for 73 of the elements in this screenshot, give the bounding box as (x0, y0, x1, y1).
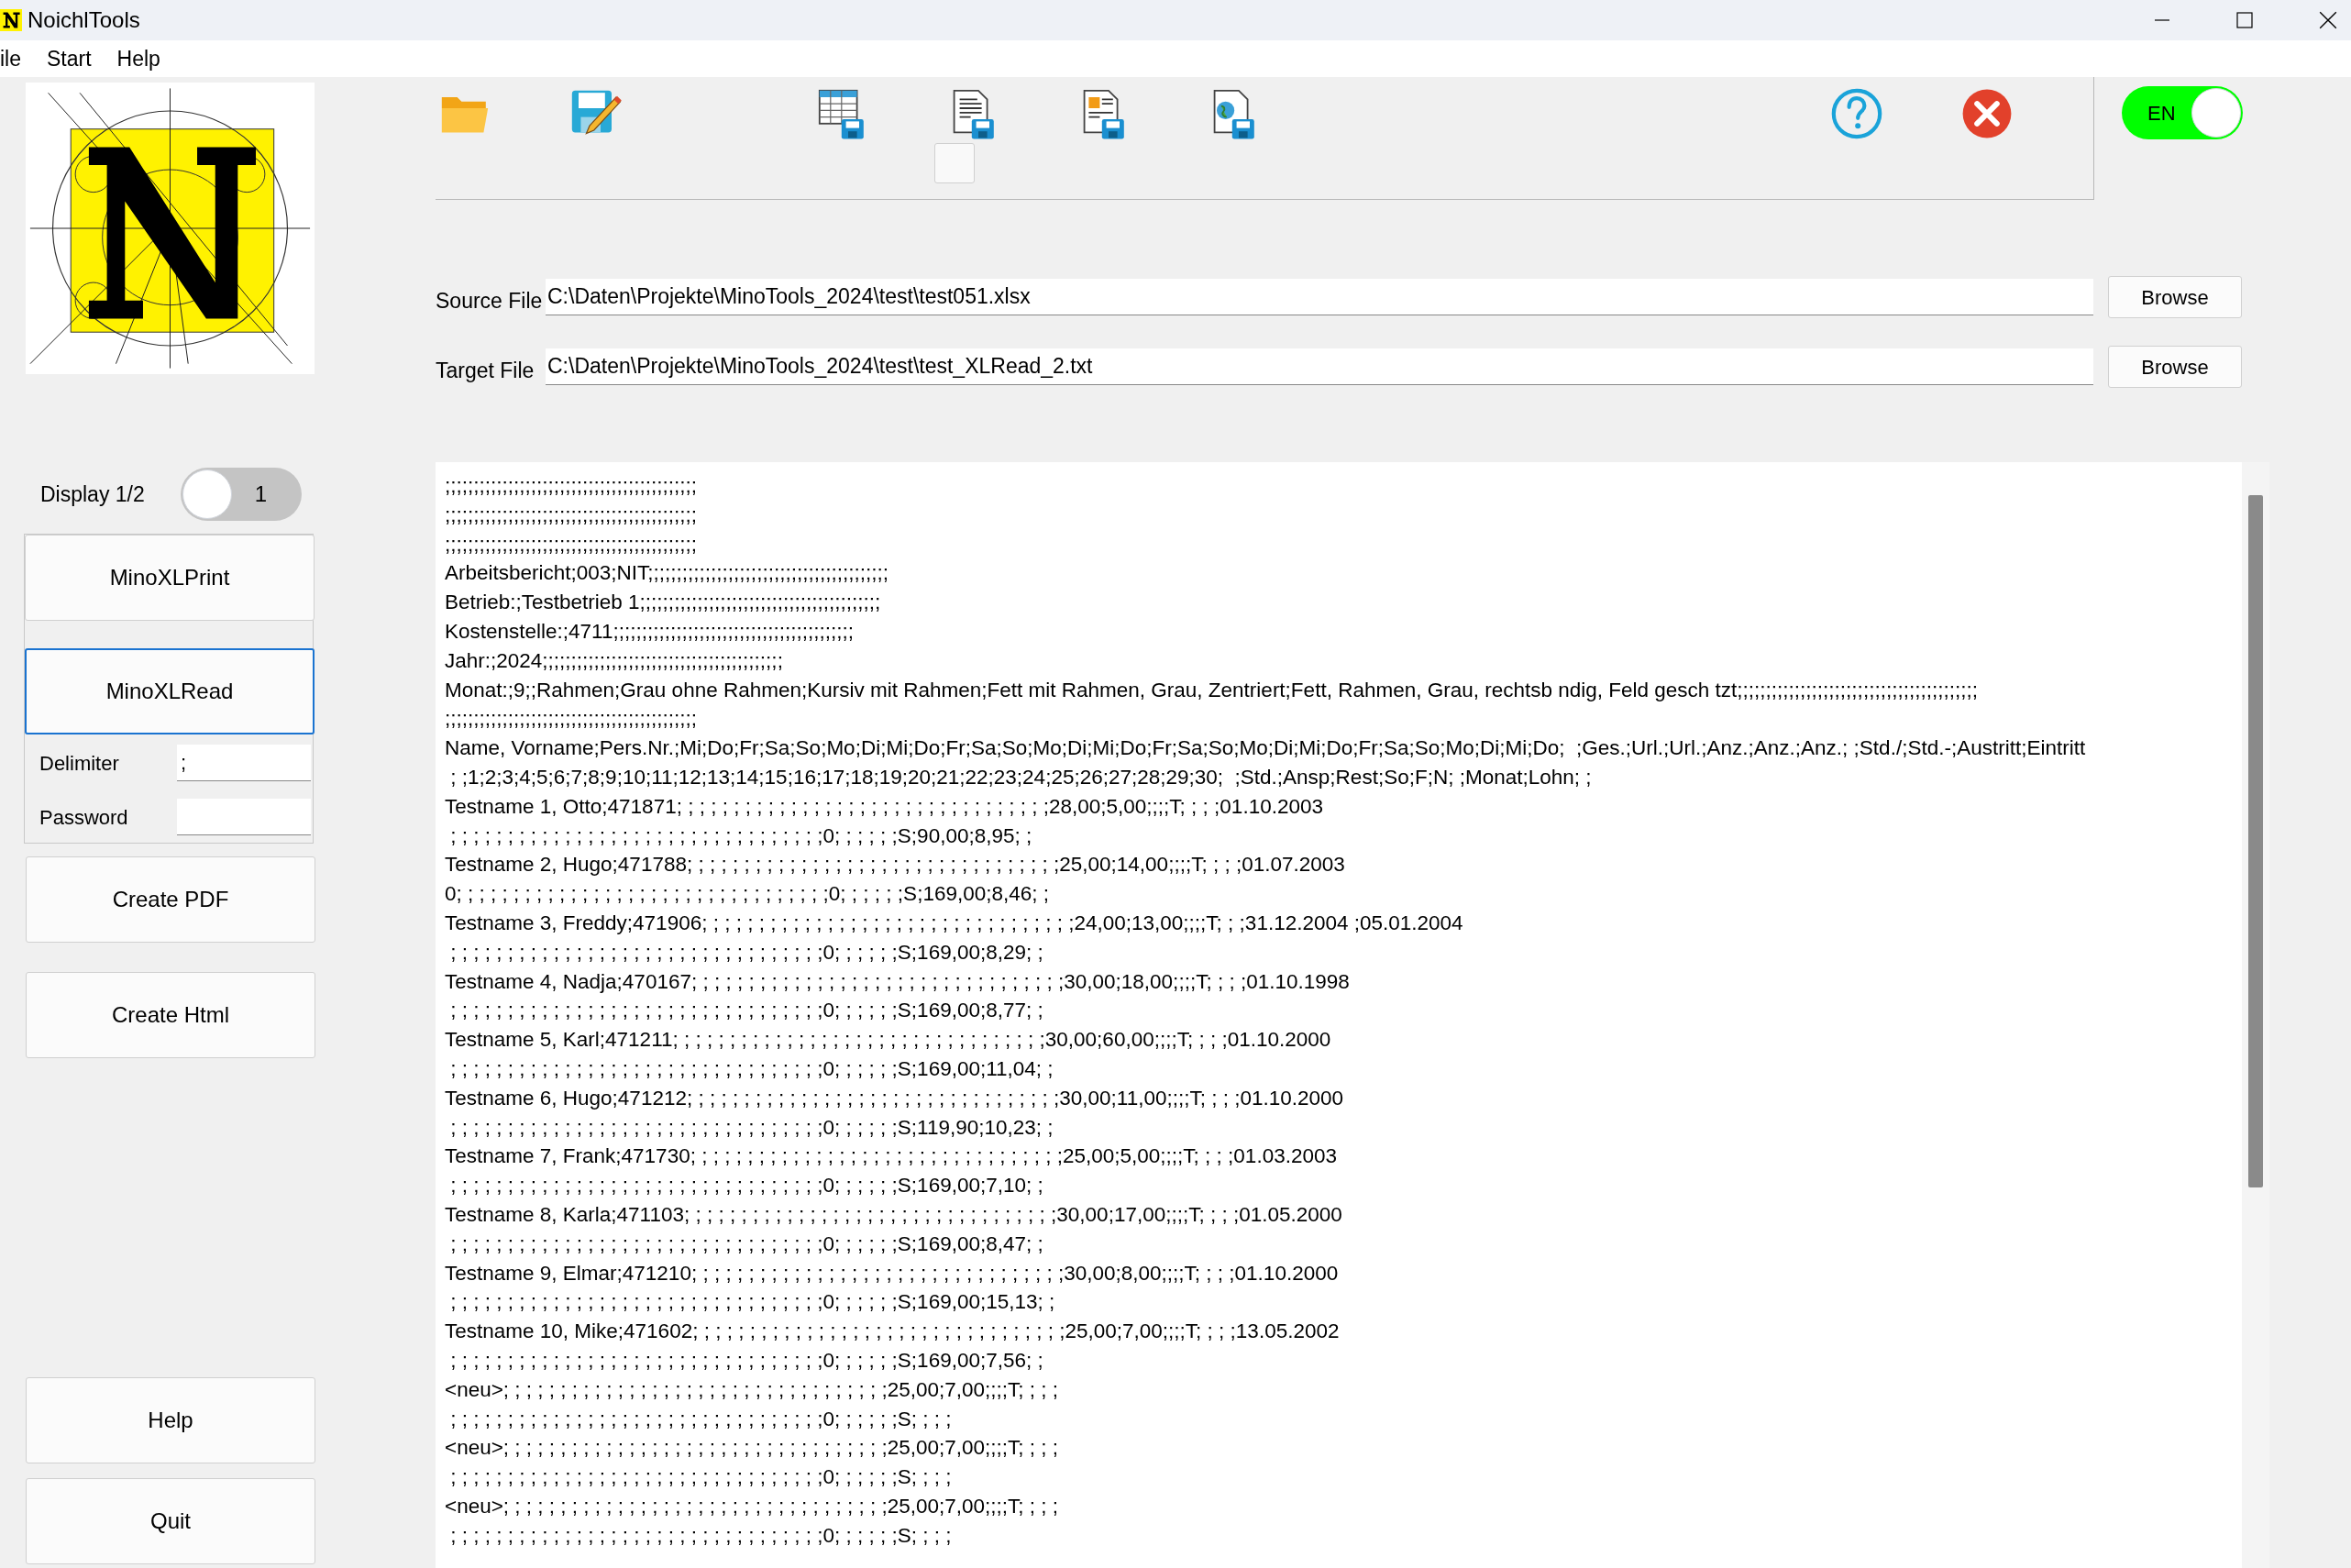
scrollbar-thumb[interactable] (2248, 495, 2263, 1187)
text-line: Testname 4, Nadja;470167; ; ; ; ; ; ; ; ; ; ; ; ; ; ; ; ; ; ; ; ; ; ; ; ; ; ; ; ; ; ; ; ;30,00;18,00;;;;T; ; ; ;01.10.1998 (445, 968, 1350, 995)
sidebar-button[interactable]: Quit (26, 1478, 315, 1564)
sidebar-button[interactable]: MinoXLRead (25, 648, 315, 734)
text-line: Betrieb:;Testbetrieb 1;;;;;;;;;;;;;;;;;;;;;;;;;;;;;;;;;;;;;;;;;; (445, 590, 881, 616)
text-line: ; ; ; ; ; ; ; ; ; ; ; ; ; ; ; ; ; ; ; ; ; ; ; ; ; ; ; ; ; ; ; ; ;0; ; ; ; ; ;S;169,00;8,29; ; (449, 939, 1043, 966)
text-line: ; ; ; ; ; ; ; ; ; ; ; ; ; ; ; ; ; ; ; ; ; ; ; ; ; ; ; ; ; ; ; ; ;0; ; ; ; ; ;S; ; ; ; (449, 1522, 952, 1549)
field-label: Source File (436, 287, 544, 315)
text-line: Testname 8, Karla;471103; ; ; ; ; ; ; ; ; ; ; ; ; ; ; ; ; ; ; ; ; ; ; ; ; ; ; ; ; ; ; ; ;30,00;17,00;;;;T; ; ; ;01.05.2000 (445, 1201, 1342, 1228)
text-line: ;;;;;;;;;;;;;;;;;;;;;;;;;;;;;;;;;;;;;;;;;;;; (445, 473, 698, 499)
browse-button[interactable]: Browse (2108, 276, 2242, 318)
text-line: ; ; ; ; ; ; ; ; ; ; ; ; ; ; ; ; ; ; ; ; ; ; ; ; ; ; ; ; ; ; ; ; ;0; ; ; ; ; ;S;169,00;7,56; ; (449, 1347, 1043, 1374)
sidebar-button[interactable]: Help (26, 1377, 315, 1463)
text-line: 0; ; ; ; ; ; ; ; ; ; ; ; ; ; ; ; ; ; ; ; ; ; ; ; ; ; ; ; ; ; ; ; ;0; ; ; ; ; ;S;169,00;8,46; ; (445, 881, 1049, 908)
field-label: Password (39, 804, 129, 831)
help-icon[interactable] (1829, 86, 1884, 141)
sidebar-button[interactable]: Create PDF (26, 856, 315, 943)
text-line: Testname 1, Otto;471871; ; ; ; ; ; ; ; ; ; ; ; ; ; ; ; ; ; ; ; ; ; ; ; ; ; ; ; ; ; ; ; ;28,00;5,00;;;;T; ; ; ;01.10.2003 (445, 793, 1323, 820)
language-toggle[interactable]: EN (2122, 86, 2243, 139)
path-field[interactable]: C:\Daten\Projekte\MinoTools_2024\test\test_XLRead_2.txt (546, 348, 2093, 385)
text-line: <neu>; ; ; ; ; ; ; ; ; ; ; ; ; ; ; ; ; ; ; ; ; ; ; ; ; ; ; ; ; ; ; ; ; ;25,00;7,00;;;;T; ; ; ; (445, 1493, 1058, 1519)
browse-button[interactable]: Browse (2108, 346, 2242, 388)
password-field[interactable] (177, 799, 311, 835)
text-line: ; ; ; ; ; ; ; ; ; ; ; ; ; ; ; ; ; ; ; ; ; ; ; ; ; ; ; ; ; ; ; ; ;0; ; ; ; ; ;S; ; ; ; (449, 1464, 952, 1491)
text-line: ; ; ; ; ; ; ; ; ; ; ; ; ; ; ; ; ; ; ; ; ; ; ; ; ; ; ; ; ; ; ; ; ;0; ; ; ; ; ;S;169,00;15,13; ; (449, 1289, 1055, 1316)
text-line: ; ; ; ; ; ; ; ; ; ; ; ; ; ; ; ; ; ; ; ; ; ; ; ; ; ; ; ; ; ; ; ; ;0; ; ; ; ; ;S;90,00;8,95; ; (449, 823, 1032, 849)
checkbox[interactable] (934, 143, 975, 183)
text-line: Testname 3, Freddy;471906; ; ; ; ; ; ; ; ; ; ; ; ; ; ; ; ; ; ; ; ; ; ; ; ; ; ; ; ; ; ; ; ;24,00;13,00;;;;T; ; ;31.12.2004 ;05.01.2004 (445, 910, 1463, 936)
text-line: ; ; ; ; ; ; ; ; ; ; ; ; ; ; ; ; ; ; ; ; ; ; ; ; ; ; ; ; ; ; ; ; ;0; ; ; ; ; ;S;169,00;8,47; ; (449, 1231, 1043, 1257)
maximize-icon[interactable] (2235, 11, 2254, 29)
path-field[interactable]: C:\Daten\Projekte\MinoTools_2024\test\test051.xlsx (546, 279, 2093, 315)
text-line: Testname 10, Mike;471602; ; ; ; ; ; ; ; ; ; ; ; ; ; ; ; ; ; ; ; ; ; ; ; ; ; ; ; ; ; ; ; ;25,00;7,00;;;;T; ; ; ;13.05.2002 (445, 1319, 1340, 1345)
toggle-knob (182, 469, 232, 519)
text-line: Testname 7, Frank;471730; ; ; ; ; ; ; ; ; ; ; ; ; ; ; ; ; ; ; ; ; ; ; ; ; ; ; ; ; ; ; ; ;25,00;5,00;;;;T; ; ; ;01.03.2003 (445, 1143, 1337, 1170)
field-label: Delimiter (39, 750, 120, 777)
text-line: <neu>; ; ; ; ; ; ; ; ; ; ; ; ; ; ; ; ; ; ; ; ; ; ; ; ; ; ; ; ; ; ; ; ; ;25,00;7,00;;;;T; ; ; ; (445, 1435, 1058, 1462)
toggle-label: EN (2147, 100, 2176, 127)
path-text: C:\Daten\Projekte\MinoTools_2024\test\test051.xlsx (547, 283, 1031, 311)
text-line: ; ;1;2;3;4;5;6;7;8;9;10;11;12;13;14;15;16;17;18;19;20;21;22;23;24;25;26;27;28;29;30; ;Std.;Ansp;Rest;So;F;N; ;Monat;Lohn; ; (449, 764, 1592, 790)
menu-item[interactable]: Help (116, 42, 160, 75)
text-line: Testname 9, Elmar;471210; ; ; ; ; ; ; ; ; ; ; ; ; ; ; ; ; ; ; ; ; ; ; ; ; ; ; ; ; ; ; ; ;30,00;8,00;;;;T; ; ; ;01.10.2000 (445, 1260, 1339, 1286)
path-text: C:\Daten\Projekte\MinoTools_2024\test\test_XLRead_2.txt (547, 353, 1093, 381)
text-line: ;;;;;;;;;;;;;;;;;;;;;;;;;;;;;;;;;;;;;;;;;;;; (445, 706, 698, 733)
text-line: Testname 5, Karl;471211; ; ; ; ; ; ; ; ; ; ; ; ; ; ; ; ; ; ; ; ; ; ; ; ; ; ; ; ; ; ; ; ;30,00;60,00;;;;T; ; ; ;01.10.2000 (445, 1027, 1331, 1054)
text-line: Testname 2, Hugo;471788; ; ; ; ; ; ; ; ; ; ; ; ; ; ; ; ; ; ; ; ; ; ; ; ; ; ; ; ; ; ; ; ;25,00;14,00;;;;T; ; ; ;01.07.2003 (445, 852, 1345, 878)
field-value: ; (181, 750, 187, 776)
text-line: <neu>; ; ; ; ; ; ; ; ; ; ; ; ; ; ; ; ; ; ; ; ; ; ; ; ; ; ; ; ; ; ; ; ; ;25,00;7,00;;;;T; ; ; ; (445, 1376, 1058, 1403)
text-line: Name, Vorname;Pers.Nr.;Mi;Do;Fr;Sa;So;Mo;Di;Mi;Do;Fr;Sa;So;Mo;Di;Mi;Do;Fr;Sa;So;Mo;Di;Mi;Do;Fr;Sa;So;Mo;Di;Mi;Do; ;Ges.;Url.;Url.;Anz.;Anz.;Anz.; ;Std./;Std.-;Austritt;Eintritt (445, 735, 2086, 762)
menu-item[interactable]: ile (0, 42, 21, 75)
toggle-label: 1 (254, 480, 268, 508)
text-line: Arbeitsbericht;003;NIT;;;;;;;;;;;;;;;;;;;;;;;;;;;;;;;;;;;;;;;;;; (445, 560, 889, 587)
close-icon[interactable] (2318, 10, 2338, 30)
field-label: Target File (436, 357, 535, 384)
delimiter-field[interactable]: ; (177, 745, 311, 781)
text-line: ; ; ; ; ; ; ; ; ; ; ; ; ; ; ; ; ; ; ; ; ; ; ; ; ; ; ; ; ; ; ; ; ;0; ; ; ; ; ;S;169,00;8,77; ; (449, 998, 1043, 1024)
text-line: Testname 6, Hugo;471212; ; ; ; ; ; ; ; ; ; ; ; ; ; ; ; ; ; ; ; ; ; ; ; ; ; ; ; ; ; ; ; ;30,00;11,00;;;;T; ; ; ;01.10.2000 (445, 1085, 1344, 1111)
text-line: ;;;;;;;;;;;;;;;;;;;;;;;;;;;;;;;;;;;;;;;;;;;; (445, 502, 698, 528)
text-line: ; ; ; ; ; ; ; ; ; ; ; ; ; ; ; ; ; ; ; ; ; ; ; ; ; ; ; ; ; ; ; ; ;0; ; ; ; ; ;S;119,90;10,23; ; (449, 1114, 1054, 1141)
text-line: ; ; ; ; ; ; ; ; ; ; ; ; ; ; ; ; ; ; ; ; ; ; ; ; ; ; ; ; ; ; ; ; ;0; ; ; ; ; ;S;169,00;11,04; ; (449, 1055, 1054, 1082)
app-icon (0, 9, 22, 31)
text-line: ;;;;;;;;;;;;;;;;;;;;;;;;;;;;;;;;;;;;;;;;;;;; (445, 531, 698, 558)
text-line: ; ; ; ; ; ; ; ; ; ; ; ; ; ; ; ; ; ; ; ; ; ; ; ; ; ; ; ; ; ; ; ; ;0; ; ; ; ; ;S; ; ; ; (449, 1406, 952, 1432)
toggle-knob (2191, 88, 2241, 138)
window-title: NoichlTools (28, 6, 140, 34)
display-toggle[interactable]: 1 (181, 468, 302, 521)
display-label: Display 1/2 (39, 480, 146, 508)
menu-item[interactable]: Start (47, 42, 92, 75)
text-line: Kostenstelle:;4711;;;;;;;;;;;;;;;;;;;;;;;;;;;;;;;;;;;;;;;;;; (445, 619, 854, 645)
text-line: Monat:;9;;Rahmen;Grau ohne Rahmen;Kursiv mit Rahmen;Fett mit Rahmen, Grau, Zentriert;Fett, Rahmen, Grau, rechtsb ndig, Feld gesch tzt;;;;;;;;;;;;;;;;;;;;;;;;;;;;;;;;;;;;;;;;;; (445, 677, 1978, 703)
sidebar-button[interactable]: Create Html (26, 972, 315, 1058)
sidebar-button[interactable]: MinoXLPrint (25, 535, 315, 621)
text-line: Jahr:;2024;;;;;;;;;;;;;;;;;;;;;;;;;;;;;;;;;;;;;;;;;; (445, 647, 783, 674)
text-line: ; ; ; ; ; ; ; ; ; ; ; ; ; ; ; ; ; ; ; ; ; ; ; ; ; ; ; ; ; ; ; ; ;0; ; ; ; ; ;S;169,00;7,10; ; (449, 1173, 1043, 1199)
